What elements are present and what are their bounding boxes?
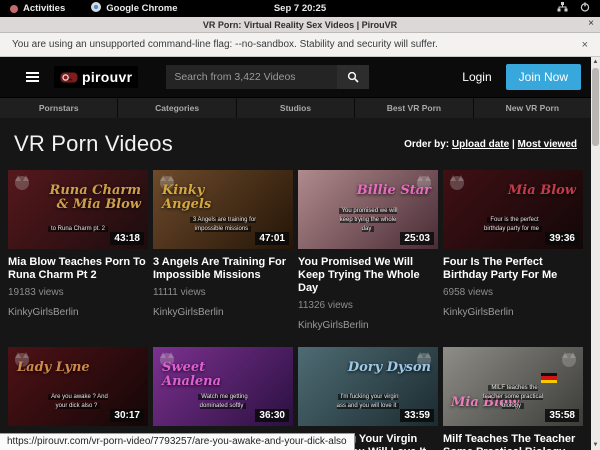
order-by-upload-date-link[interactable]: Upload date bbox=[452, 139, 509, 150]
browser-viewport: pirouvr Login Join Now Pornstars Categor… bbox=[0, 57, 591, 450]
main-nav: Pornstars Categories Studios Best VR Por… bbox=[0, 97, 591, 118]
video-thumbnail[interactable]: Mia Blow MILF teaches the teacher some p… bbox=[443, 347, 583, 426]
vr-headset-icon bbox=[60, 72, 78, 83]
video-thumbnail[interactable]: Lady Lyne Are you awake ? And your dick … bbox=[8, 347, 148, 426]
network-icon[interactable] bbox=[557, 2, 568, 15]
scroll-up-icon[interactable]: ▲ bbox=[591, 57, 600, 67]
video-views: 6958 views bbox=[443, 287, 583, 298]
clock[interactable]: Sep 7 20:25 bbox=[0, 3, 600, 14]
window-title: VR Porn: Virtual Reality Sex Videos | Pi… bbox=[0, 20, 600, 30]
video-duration-badge: 33:59 bbox=[400, 409, 434, 422]
video-thumbnail[interactable]: Billie Star You promised we will keep tr… bbox=[298, 170, 438, 249]
video-studio-link[interactable]: KinkyGirlsBerlin bbox=[8, 307, 148, 319]
join-now-button[interactable]: Join Now bbox=[506, 64, 581, 90]
power-icon[interactable] bbox=[580, 2, 590, 15]
warning-message: You are using an unsupported command-lin… bbox=[0, 39, 438, 50]
nav-item-new-vr[interactable]: New VR Porn bbox=[473, 98, 591, 118]
video-title-link[interactable]: Mia Blow Teaches Porn To Runa Charm Pt 2 bbox=[8, 256, 148, 282]
video-card: Kinky Angels 3 Angels are training for i… bbox=[153, 170, 293, 332]
video-duration-badge: 43:18 bbox=[110, 232, 144, 245]
login-link[interactable]: Login bbox=[462, 70, 491, 84]
video-thumbnail[interactable]: Kinky Angels 3 Angels are training for i… bbox=[153, 170, 293, 249]
video-thumbnail[interactable]: Mia Blow Four is the perfect birthday pa… bbox=[443, 170, 583, 249]
search-input[interactable] bbox=[166, 65, 337, 89]
video-duration-badge: 35:58 bbox=[545, 409, 579, 422]
system-top-bar: Activities Google Chrome Sep 7 20:25 bbox=[0, 0, 600, 17]
thumbnail-overlay-title: Kinky Angels bbox=[162, 184, 257, 211]
video-card: Billie Star You promised we will keep tr… bbox=[298, 170, 438, 332]
thumbnail-overlay-title: Runa Charm & Mia Blow bbox=[46, 184, 141, 211]
thumbnail-overlay-caption: MILF teaches the teacher some practical … bbox=[478, 384, 548, 411]
video-duration-badge: 47:01 bbox=[255, 232, 289, 245]
page-heading-row: VR Porn Videos Order by: Upload date | M… bbox=[0, 118, 591, 161]
video-studio-link[interactable]: KinkyGirlsBerlin bbox=[443, 307, 583, 319]
video-title-link[interactable]: Milf Teaches The Teacher Some Practical … bbox=[443, 433, 583, 450]
site-logo[interactable]: pirouvr bbox=[54, 66, 138, 88]
search-bar bbox=[166, 65, 369, 89]
video-title-link[interactable]: Four Is The Perfect Birthday Party For M… bbox=[443, 256, 583, 282]
nav-item-categories[interactable]: Categories bbox=[117, 98, 235, 118]
thumbnail-overlay-title: Sweet Analena bbox=[162, 361, 257, 388]
thumbnail-overlay-title: Dory Dyson bbox=[348, 361, 431, 375]
video-card: Runa Charm & Mia Blow to Runa Charm pt. … bbox=[8, 170, 148, 332]
nav-item-best-vr[interactable]: Best VR Porn bbox=[354, 98, 472, 118]
thumbnail-overlay-caption: You promised we will keep trying the who… bbox=[333, 207, 403, 234]
record-indicator-icon bbox=[10, 5, 18, 13]
thumbnail-overlay-caption: Four is the perfect birthday party for m… bbox=[478, 216, 548, 234]
warning-close-icon[interactable]: × bbox=[582, 39, 600, 51]
video-views: 19183 views bbox=[8, 287, 148, 298]
video-duration-badge: 25:03 bbox=[400, 232, 434, 245]
video-studio-link[interactable]: KinkyGirlsBerlin bbox=[153, 307, 293, 319]
order-by-most-viewed-link[interactable]: Most viewed bbox=[518, 139, 577, 150]
thumbnail-overlay-caption: I'm fucking your virgin ass and you will… bbox=[333, 393, 403, 411]
scrollbar-thumb[interactable] bbox=[592, 68, 599, 146]
video-duration-badge: 36:30 bbox=[255, 409, 289, 422]
video-card: Mia Blow Four is the perfect birthday pa… bbox=[443, 170, 583, 332]
window-title-bar: VR Porn: Virtual Reality Sex Videos | Pi… bbox=[0, 17, 600, 33]
page-scrollbar[interactable]: ▲ ▼ bbox=[591, 57, 600, 450]
studio-cat-logo-icon bbox=[450, 176, 464, 190]
logo-text: pirouvr bbox=[82, 69, 132, 85]
thumbnail-overlay-caption: 3 Angels are training for impossible mis… bbox=[188, 216, 258, 234]
search-button[interactable] bbox=[337, 65, 369, 89]
german-flag-icon bbox=[541, 373, 557, 383]
window-close-icon[interactable]: × bbox=[588, 18, 594, 29]
video-views: 11111 views bbox=[153, 287, 293, 298]
activities-button[interactable]: Activities bbox=[23, 3, 65, 14]
video-thumbnail[interactable]: Dory Dyson I'm fucking your virgin ass a… bbox=[298, 347, 438, 426]
video-thumbnail[interactable]: Sweet Analena Watch me getting dominated… bbox=[153, 347, 293, 426]
page-title: VR Porn Videos bbox=[14, 131, 173, 157]
order-by-separator: | bbox=[512, 139, 515, 150]
hamburger-menu-icon[interactable] bbox=[26, 72, 39, 82]
studio-cat-logo-icon bbox=[562, 353, 576, 367]
video-title-link[interactable]: You Promised We Will Keep Trying The Who… bbox=[298, 256, 438, 295]
thumbnail-overlay-title: Lady Lyne bbox=[17, 361, 90, 375]
video-views: 11326 views bbox=[298, 300, 438, 311]
video-duration-badge: 39:36 bbox=[545, 232, 579, 245]
scroll-down-icon[interactable]: ▼ bbox=[591, 440, 600, 450]
thumbnail-overlay-title: Billie Star bbox=[357, 184, 431, 198]
search-icon bbox=[347, 71, 359, 83]
chrome-icon bbox=[91, 2, 101, 15]
video-duration-badge: 30:17 bbox=[110, 409, 144, 422]
status-bar-url: https://pirouvr.com/vr-porn-video/779325… bbox=[0, 433, 355, 450]
video-title-link[interactable]: 3 Angels Are Training For Impossible Mis… bbox=[153, 256, 293, 282]
video-thumbnail[interactable]: Runa Charm & Mia Blow to Runa Charm pt. … bbox=[8, 170, 148, 249]
nav-item-studios[interactable]: Studios bbox=[236, 98, 354, 118]
thumbnail-overlay-title: Mia Blow bbox=[508, 184, 576, 198]
order-by-label: Order by: bbox=[404, 139, 449, 150]
app-menu-google-chrome[interactable]: Google Chrome bbox=[106, 3, 177, 14]
thumbnail-overlay-caption: Are you awake ? And your dick also ? bbox=[43, 393, 113, 411]
thumbnail-overlay-caption: Watch me getting dominated softly bbox=[188, 393, 258, 411]
thumbnail-overlay-caption: to Runa Charm pt. 2 bbox=[48, 225, 108, 234]
order-by: Order by: Upload date | Most viewed bbox=[404, 139, 577, 150]
chrome-warning-bar: You are using an unsupported command-lin… bbox=[0, 33, 600, 57]
video-card: Mia Blow MILF teaches the teacher some p… bbox=[443, 347, 583, 450]
nav-item-pornstars[interactable]: Pornstars bbox=[0, 98, 117, 118]
video-grid: Runa Charm & Mia Blow to Runa Charm pt. … bbox=[8, 170, 583, 450]
video-studio-link[interactable]: KinkyGirlsBerlin bbox=[298, 320, 438, 332]
site-header: pirouvr Login Join Now bbox=[0, 57, 591, 97]
studio-cat-logo-icon bbox=[15, 176, 29, 190]
